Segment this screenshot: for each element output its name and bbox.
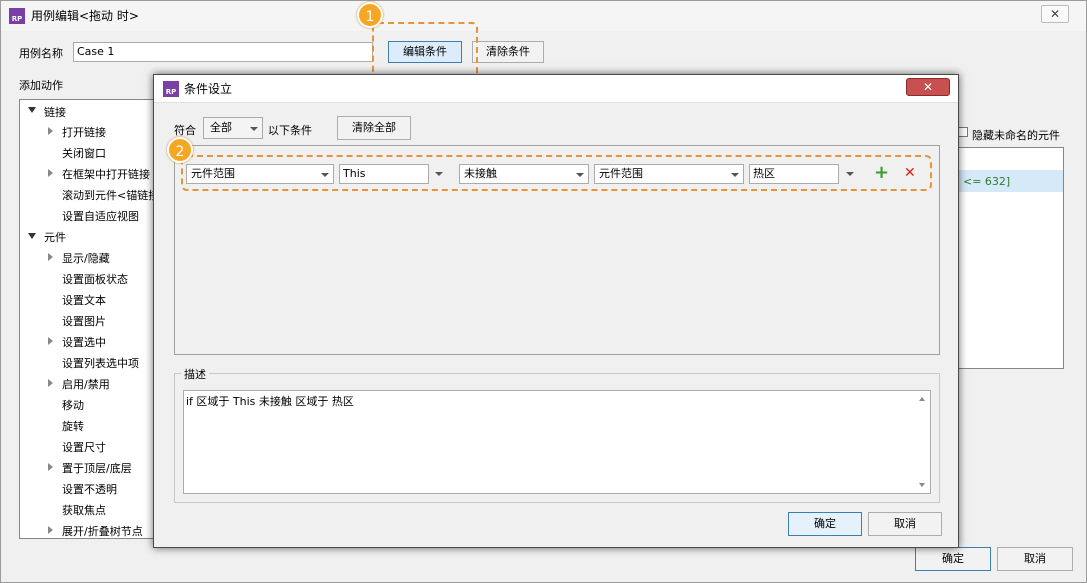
add-condition-icon[interactable]: + bbox=[874, 161, 889, 185]
action-tree[interactable]: 链接 打开链接 关闭窗口 在框架中打开链接 滚动到元件<锚链接 设置自适应视图 … bbox=[19, 99, 159, 539]
condition-field4-input[interactable]: 热区 bbox=[749, 164, 839, 184]
condition-field1-select[interactable]: 元件范围 bbox=[186, 164, 334, 184]
dialog-cancel-button[interactable]: 取消 bbox=[868, 512, 942, 536]
condition-field3-value: 元件范围 bbox=[599, 167, 643, 180]
description-label: 描述 bbox=[181, 366, 209, 382]
match-mode-select[interactable]: 全部 bbox=[203, 117, 263, 139]
condition-field2-input[interactable]: This bbox=[339, 164, 429, 184]
outer-cancel-button[interactable]: 取消 bbox=[997, 547, 1073, 571]
chevron-down-icon bbox=[576, 173, 584, 177]
dialog-title-bar: RP 条件设立 ✕ bbox=[154, 75, 958, 103]
match-label: 符合 bbox=[174, 124, 196, 137]
outer-title-bar: RP 用例编辑<拖动 时> ✕ bbox=[1, 1, 1086, 31]
tree-item-focus[interactable]: 获取焦点 bbox=[62, 502, 106, 518]
condition-operator-select[interactable]: 未接触 bbox=[459, 164, 589, 184]
hide-unnamed-checkbox[interactable] bbox=[958, 127, 968, 137]
condition-dialog: RP 条件设立 ✕ 符合 全部 以下条件 清除全部 2 元件范围 This 未接… bbox=[153, 74, 959, 548]
clear-all-button[interactable]: 清除全部 bbox=[337, 116, 411, 140]
case-name-input[interactable]: Case 1 bbox=[73, 42, 373, 62]
chevron-down-icon bbox=[250, 127, 258, 131]
description-text: if 区域于 This 未接触 区域于 热区 bbox=[186, 395, 354, 408]
expand-closed-icon[interactable] bbox=[48, 526, 53, 534]
chevron-down-icon bbox=[731, 173, 739, 177]
description-textarea[interactable]: if 区域于 This 未接触 区域于 热区 bbox=[183, 390, 931, 494]
tree-item-set-selected[interactable]: 设置选中 bbox=[62, 334, 106, 350]
scroll-down-icon[interactable] bbox=[919, 483, 925, 487]
outer-window-title: 用例编辑<拖动 时> bbox=[31, 9, 139, 23]
tree-item-move[interactable]: 移动 bbox=[62, 397, 84, 413]
tree-item-enable-disable[interactable]: 启用/禁用 bbox=[62, 376, 110, 392]
tree-item-bring-to-front[interactable]: 置于顶层/底层 bbox=[62, 460, 132, 476]
expand-open-icon[interactable] bbox=[28, 107, 36, 113]
tree-item-set-adaptive-view[interactable]: 设置自适应视图 bbox=[62, 208, 139, 224]
expand-closed-icon[interactable] bbox=[48, 169, 53, 177]
tree-item-close-window[interactable]: 关闭窗口 bbox=[62, 145, 106, 161]
step-badge-1: 1 bbox=[357, 2, 383, 28]
description-group: 描述 if 区域于 This 未接触 区域于 热区 bbox=[174, 366, 940, 503]
tree-item-set-panel-state[interactable]: 设置面板状态 bbox=[62, 271, 128, 287]
dialog-title: 条件设立 bbox=[184, 82, 233, 96]
tree-item-set-image[interactable]: 设置图片 bbox=[62, 313, 106, 329]
dialog-close-icon[interactable]: ✕ bbox=[906, 78, 950, 96]
scroll-up-icon[interactable] bbox=[919, 397, 925, 401]
organize-actions-panel: <= 632] bbox=[956, 147, 1064, 369]
tree-item-open-link[interactable]: 打开链接 bbox=[62, 124, 106, 140]
expand-open-icon[interactable] bbox=[28, 233, 36, 239]
step-badge-2: 2 bbox=[167, 137, 193, 163]
tree-group-link[interactable]: 链接 bbox=[44, 104, 66, 120]
tree-item-set-opacity[interactable]: 设置不透明 bbox=[62, 481, 117, 497]
dialog-ok-button[interactable]: 确定 bbox=[788, 512, 862, 536]
expand-closed-icon[interactable] bbox=[48, 127, 53, 135]
axure-rp-icon: RP bbox=[9, 8, 25, 24]
tree-group-widget[interactable]: 元件 bbox=[44, 229, 66, 245]
condition-snippet-text: <= 632] bbox=[963, 175, 1011, 188]
outer-ok-button[interactable]: 确定 bbox=[915, 547, 991, 571]
expand-closed-icon[interactable] bbox=[48, 379, 53, 387]
outer-close-icon[interactable]: ✕ bbox=[1041, 5, 1069, 23]
axure-rp-icon: RP bbox=[163, 81, 179, 97]
condition-field3-select[interactable]: 元件范围 bbox=[594, 164, 744, 184]
chevron-down-icon[interactable] bbox=[435, 172, 443, 176]
chevron-down-icon bbox=[321, 173, 329, 177]
tree-item-rotate[interactable]: 旋转 bbox=[62, 418, 84, 434]
expand-closed-icon[interactable] bbox=[48, 337, 53, 345]
condition-field1-value: 元件范围 bbox=[191, 167, 235, 180]
condition-operator-value: 未接触 bbox=[464, 167, 497, 180]
expand-closed-icon[interactable] bbox=[48, 463, 53, 471]
tree-item-show-hide[interactable]: 显示/隐藏 bbox=[62, 250, 110, 266]
match-mode-value: 全部 bbox=[210, 121, 232, 134]
tree-item-set-size[interactable]: 设置尺寸 bbox=[62, 439, 106, 455]
following-conditions-label: 以下条件 bbox=[268, 124, 312, 137]
delete-condition-icon[interactable]: ✕ bbox=[904, 163, 916, 183]
clear-condition-button[interactable]: 清除条件 bbox=[472, 41, 544, 63]
tree-item-expand-collapse-node[interactable]: 展开/折叠树节点 bbox=[62, 523, 143, 538]
add-action-label: 添加动作 bbox=[19, 79, 63, 92]
tree-item-set-text[interactable]: 设置文本 bbox=[62, 292, 106, 308]
chevron-down-icon[interactable] bbox=[846, 172, 854, 176]
expand-closed-icon[interactable] bbox=[48, 253, 53, 261]
tree-item-set-list-selected[interactable]: 设置列表选中项 bbox=[62, 355, 139, 371]
case-name-label: 用例名称 bbox=[19, 47, 63, 60]
tree-item-scroll-to-widget[interactable]: 滚动到元件<锚链接 bbox=[62, 187, 158, 203]
hide-unnamed-label: 隐藏未命名的元件 bbox=[972, 129, 1060, 142]
tree-item-open-in-frame[interactable]: 在框架中打开链接 bbox=[62, 166, 150, 182]
